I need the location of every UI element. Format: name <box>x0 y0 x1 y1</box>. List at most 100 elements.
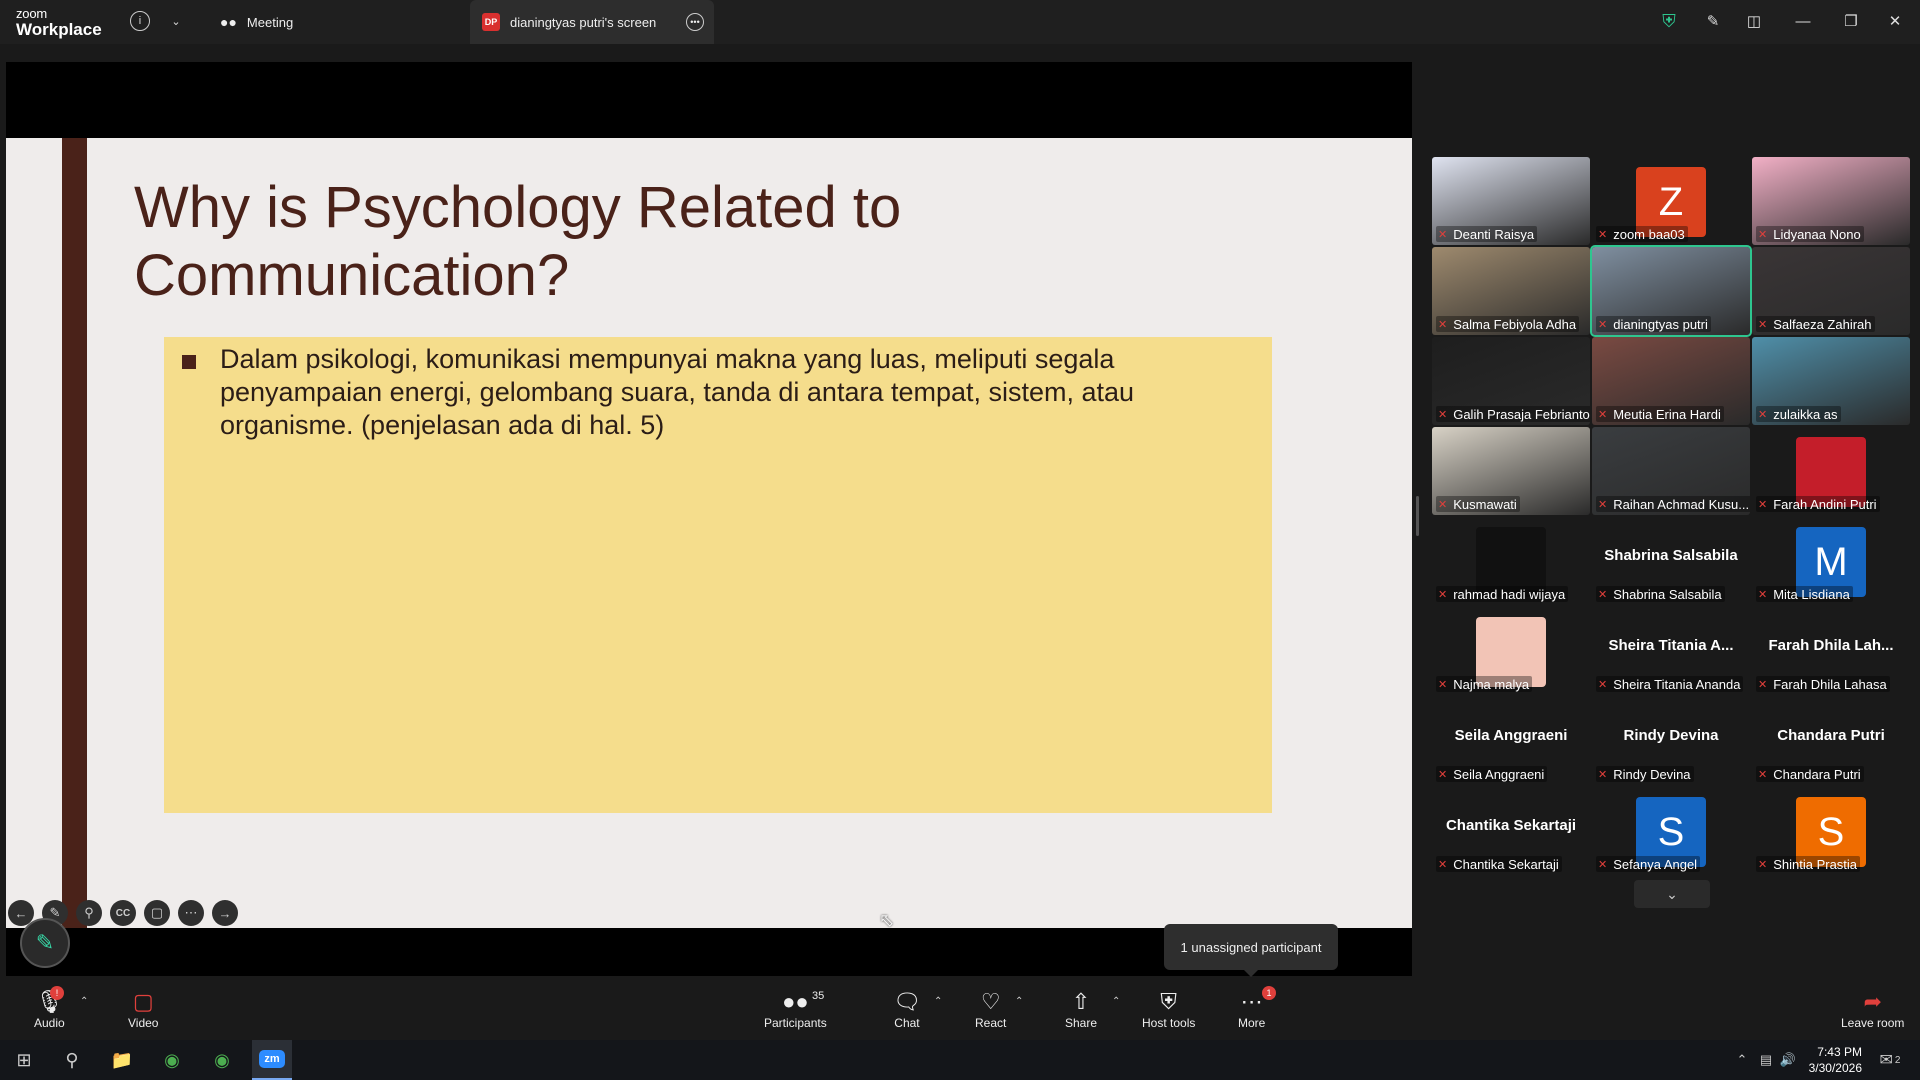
notification-center-icon[interactable]: ✉ 2 <box>1872 1040 1908 1080</box>
search-icon[interactable]: ⚲ <box>52 1040 92 1080</box>
video-label: Video <box>128 1016 159 1030</box>
participant-display-name: Sheira Titania A... <box>1608 637 1734 654</box>
meeting-toolbar: 🎙 Audio ! ⌃ ▢ Video ●● Participants 35 🗨… <box>0 980 1920 1038</box>
shield-icon[interactable]: ⛨ <box>1658 10 1680 32</box>
participant-tile[interactable]: Chantika Sekartaji ✕ Chantika Sekartaji <box>1432 787 1590 875</box>
more-button[interactable]: ⋯ More 1 <box>1238 986 1276 1030</box>
share-options-caret-icon[interactable]: ⌃ <box>1112 996 1120 1007</box>
zoom-taskbar-icon[interactable]: zm <box>252 1040 292 1080</box>
network-icon[interactable]: ▤ <box>1756 1040 1776 1080</box>
participant-name: Chantika Sekartaji <box>1453 856 1559 872</box>
video-button[interactable]: ▢ Video <box>128 988 158 1030</box>
participant-tile[interactable]: M ✕ Mita Lisdiana <box>1752 517 1910 605</box>
participant-name-label: ✕ Mita Lisdiana <box>1756 586 1853 602</box>
participant-name: Galih Prasaja Febrianto <box>1453 406 1590 422</box>
participant-name-label: ✕ dianingtyas putri <box>1596 316 1711 332</box>
tab-shared-screen[interactable]: DP dianingtyas putri's screen ••• <box>470 0 714 44</box>
notification-count: 2 <box>1894 1054 1901 1066</box>
participant-tile[interactable]: ✕ Deanti Raisya <box>1432 157 1590 245</box>
info-icon[interactable]: i <box>130 11 150 31</box>
chrome-profile-icon[interactable]: ◉ <box>202 1040 242 1080</box>
participant-name-label: ✕ Chandara Putri <box>1756 766 1864 782</box>
participant-tile[interactable]: ✕ zulaikka as <box>1752 337 1910 425</box>
participant-tile[interactable]: ✕ Meutia Erina Hardi <box>1592 337 1750 425</box>
participant-tile[interactable]: ✕ rahmad hadi wijaya <box>1432 517 1590 605</box>
panel-resize-handle[interactable] <box>1416 496 1419 536</box>
zoom-icon[interactable]: ⚲ <box>76 900 102 926</box>
participant-tile[interactable]: ✕ Salma Febiyola Adha <box>1432 247 1590 335</box>
react-button[interactable]: ♡ React <box>975 988 1006 1030</box>
react-options-caret-icon[interactable]: ⌃ <box>1015 996 1023 1007</box>
participant-name: Lidyanaa Nono <box>1773 226 1861 242</box>
gallery-scroll-down-button[interactable]: ⌄ <box>1634 880 1710 908</box>
participant-display-name: Chantika Sekartaji <box>1445 817 1577 834</box>
chrome-icon[interactable]: ◉ <box>152 1040 192 1080</box>
participant-display-name: Rindy Devina <box>1623 727 1719 744</box>
participant-name-label: ✕ Galih Prasaja Febrianto <box>1436 406 1590 422</box>
annotate-pencil-button[interactable]: ✎ <box>20 918 70 968</box>
slide-bullet-text: Dalam psikologi, komunikasi mempunyai ma… <box>220 344 1135 440</box>
leave-room-label: Leave room <box>1841 1016 1905 1030</box>
participant-tile[interactable]: ✕ Kusmawati <box>1432 427 1590 515</box>
bullet-marker <box>182 355 196 369</box>
participant-name: Shabrina Salsabila <box>1613 586 1722 602</box>
system-clock[interactable]: 7:43 PM 3/30/2026 <box>1790 1044 1862 1076</box>
audio-button[interactable]: 🎙 Audio ! <box>34 986 65 1030</box>
participant-name-label: ✕ Meutia Erina Hardi <box>1596 406 1724 422</box>
participant-name-label: ✕ rahmad hadi wijaya <box>1436 586 1569 602</box>
slide-accent-bar <box>62 138 87 928</box>
participant-tile[interactable]: ✕ Najma malya <box>1432 607 1590 695</box>
leave-room-button[interactable]: ➦ Leave room <box>1841 988 1904 1030</box>
participant-tile[interactable]: Rindy Devina ✕ Rindy Devina <box>1592 697 1750 785</box>
pen-icon[interactable]: ✎ <box>1702 10 1724 32</box>
next-icon[interactable]: → <box>212 900 238 926</box>
chat-options-caret-icon[interactable]: ⌃ <box>934 996 942 1007</box>
clock-time: 7:43 PM <box>1817 1045 1862 1059</box>
participant-name: Kusmawati <box>1453 496 1517 512</box>
participant-name: Rindy Devina <box>1613 766 1691 782</box>
participant-tile[interactable]: Sheira Titania A... ✕ Sheira Titania Anand… <box>1592 607 1750 695</box>
captions-icon[interactable]: CC <box>110 900 136 926</box>
mouse-cursor-icon: ⬁ <box>879 910 895 930</box>
muted-microphone-icon: ✕ <box>1758 228 1768 241</box>
participant-name-label: ✕ zulaikka as <box>1756 406 1841 422</box>
audio-options-caret-icon[interactable]: ⌃ <box>80 996 88 1007</box>
participant-name: Chandara Putri <box>1773 766 1861 782</box>
file-explorer-icon[interactable]: 📁 <box>102 1040 142 1080</box>
share-button[interactable]: ⇧ Share <box>1065 988 1097 1030</box>
share-label: Share <box>1065 1016 1098 1030</box>
participant-tile[interactable]: Shabrina Salsabila ✕ Shabrina Salsabila <box>1592 517 1750 605</box>
participants-button[interactable]: ●● Participants 35 <box>764 988 827 1030</box>
tab-meeting[interactable]: ●● Meeting <box>212 0 452 44</box>
participant-tile[interactable]: Chandara Putri ✕ Chandara Putri <box>1752 697 1910 785</box>
participant-tile[interactable]: ✕ Galih Prasaja Febrianto <box>1432 337 1590 425</box>
participant-tile[interactable]: ✕ Lidyanaa Nono <box>1752 157 1910 245</box>
participant-tile[interactable]: ✕ Raihan Achmad Kusu... <box>1592 427 1750 515</box>
participant-tile[interactable]: S ✕ Sefanya Angel <box>1592 787 1750 875</box>
chevron-down-icon[interactable]: ⌄ <box>168 11 184 31</box>
participant-tile[interactable]: Seila Anggraeni ✕ Seila Anggraeni <box>1432 697 1590 785</box>
slide-content-box: Dalam psikologi, komunikasi mempunyai ma… <box>164 337 1272 813</box>
host-tools-button[interactable]: ⛨ Host tools <box>1142 988 1195 1030</box>
tray-chevron-up-icon[interactable]: ⌃ <box>1732 1040 1752 1080</box>
participants-icon: ●● <box>782 989 809 1014</box>
minimize-icon[interactable]: — <box>1792 10 1814 32</box>
participant-tile[interactable]: ✕ dianingtyas putri <box>1590 245 1752 337</box>
chat-button[interactable]: 🗨 Chat <box>893 988 921 1030</box>
layout-icon[interactable]: ◫ <box>1743 10 1765 32</box>
windows-start-icon[interactable]: ⊞ <box>4 1040 44 1080</box>
muted-microphone-icon: ✕ <box>1598 858 1608 871</box>
participant-tile[interactable]: S ✕ Shintia Prastia <box>1752 787 1910 875</box>
participant-name: Sheira Titania Ananda <box>1613 676 1741 692</box>
participant-tile[interactable]: Farah Dhila Lah... ✕ Farah Dhila Lahasa <box>1752 607 1910 695</box>
restore-icon[interactable]: ❐ <box>1840 10 1862 32</box>
more-options-icon[interactable]: ⋯ <box>178 900 204 926</box>
participant-tile[interactable]: ✕ Farah Andini Putri <box>1752 427 1910 515</box>
participant-tile[interactable]: ✕ Salfaeza Zahirah <box>1752 247 1910 335</box>
close-icon[interactable]: ✕ <box>1884 10 1906 32</box>
more-icon[interactable]: ••• <box>686 13 704 31</box>
participant-tile[interactable]: Z ✕ zoom baa03 <box>1592 157 1750 245</box>
participant-name-label: ✕ Chantika Sekartaji <box>1436 856 1562 872</box>
video-off-icon[interactable]: ▢ <box>144 900 170 926</box>
audio-label: Audio <box>34 1016 65 1030</box>
